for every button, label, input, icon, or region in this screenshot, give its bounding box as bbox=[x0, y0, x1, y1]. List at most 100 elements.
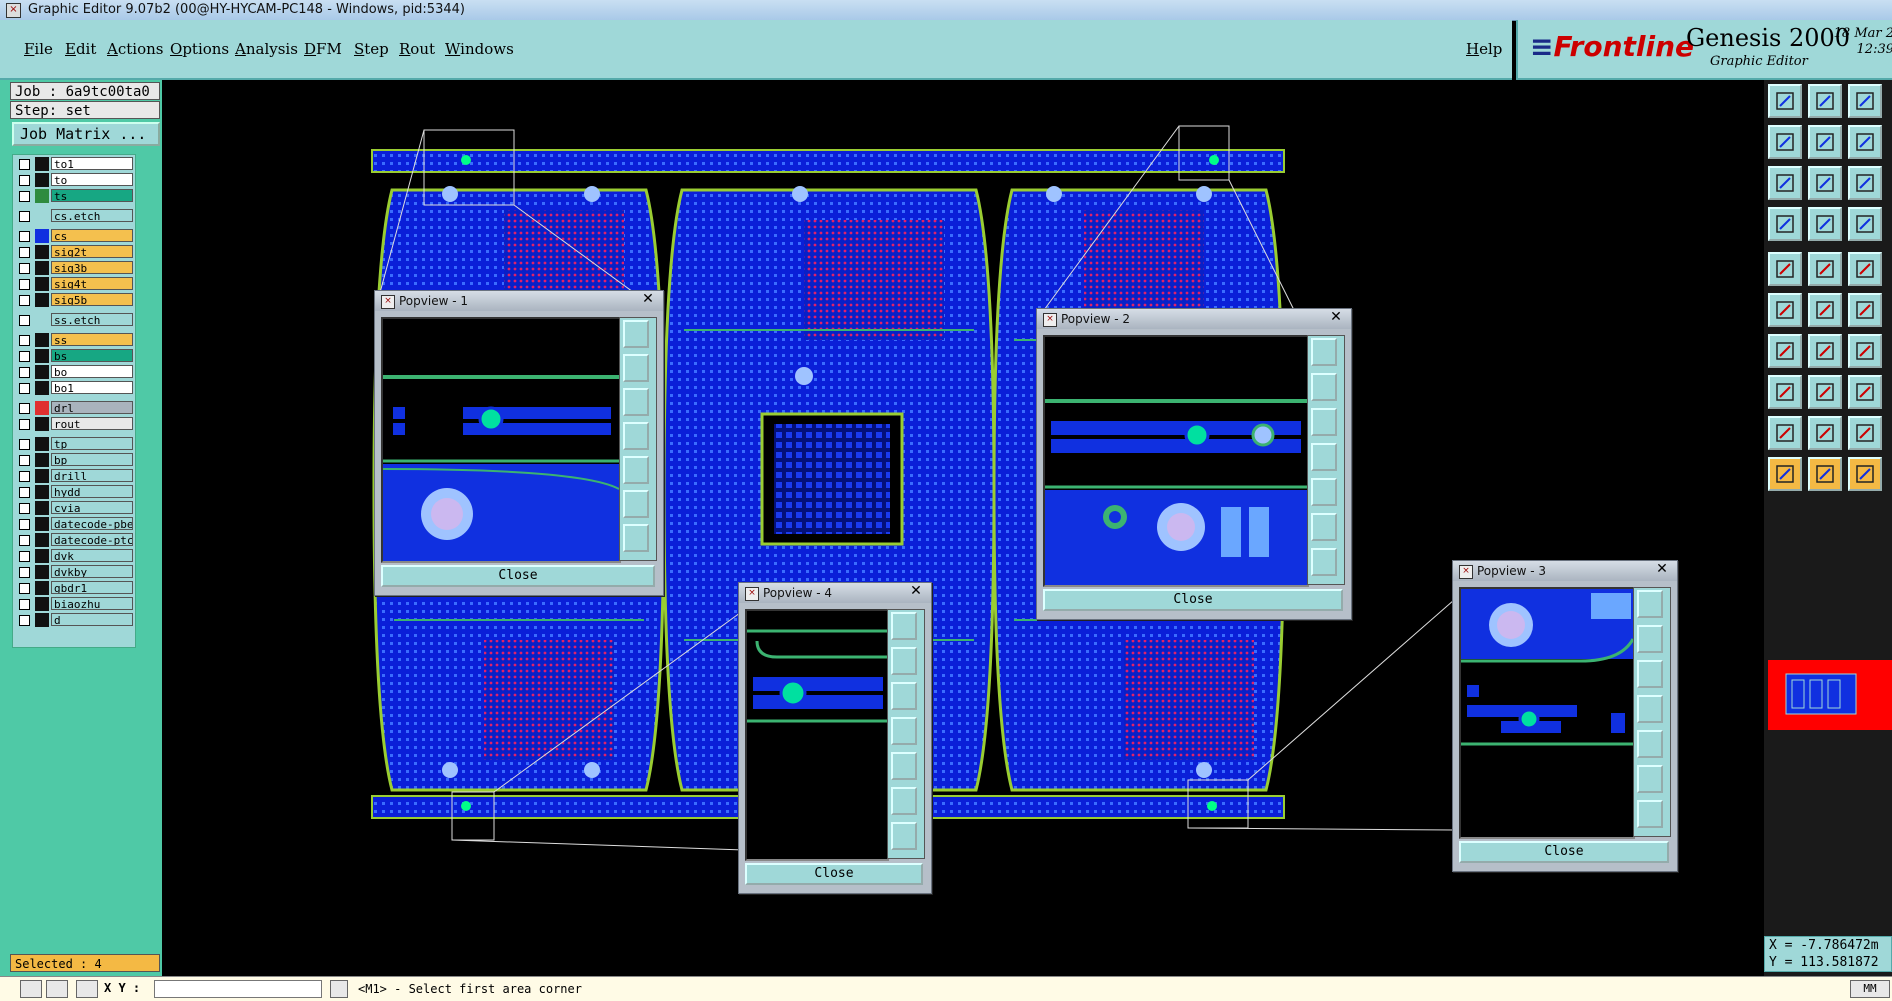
zoom-out-icon[interactable] bbox=[1311, 548, 1337, 576]
menu-file[interactable]: File bbox=[24, 40, 53, 58]
layer-checkbox[interactable] bbox=[19, 535, 30, 546]
layer-color-swatch[interactable] bbox=[35, 209, 49, 223]
layer-row[interactable]: d bbox=[15, 613, 133, 627]
layer-checkbox[interactable] bbox=[19, 231, 30, 242]
layer-color-swatch[interactable] bbox=[35, 349, 49, 363]
layer-color-swatch[interactable] bbox=[35, 533, 49, 547]
layer-checkbox[interactable] bbox=[19, 455, 30, 466]
popview-4-viewport[interactable] bbox=[745, 609, 889, 861]
layer-checkbox[interactable] bbox=[19, 367, 30, 378]
menu-windows[interactable]: Windows bbox=[445, 40, 514, 58]
zoom-home-icon[interactable] bbox=[623, 320, 649, 348]
layer-color-swatch[interactable] bbox=[35, 501, 49, 515]
pan-right-icon[interactable] bbox=[891, 752, 917, 780]
polygon-icon[interactable] bbox=[1768, 416, 1802, 450]
pan-up-icon[interactable] bbox=[1311, 373, 1337, 401]
layer-name[interactable]: bo1 bbox=[51, 381, 133, 394]
pan-right-icon[interactable] bbox=[1637, 730, 1663, 758]
layer-row[interactable]: cvia bbox=[15, 501, 133, 515]
layer-row[interactable]: biaozhu bbox=[15, 597, 133, 611]
layer-color-swatch[interactable] bbox=[35, 293, 49, 307]
zoom-out-icon[interactable] bbox=[1637, 800, 1663, 828]
layer-color-swatch[interactable] bbox=[35, 189, 49, 203]
layer-color-swatch[interactable] bbox=[35, 333, 49, 347]
layer-checkbox[interactable] bbox=[19, 551, 30, 562]
pan-down-icon[interactable] bbox=[891, 682, 917, 710]
layer-checkbox[interactable] bbox=[19, 471, 30, 482]
layer-color-swatch[interactable] bbox=[35, 453, 49, 467]
layer-name[interactable]: ts bbox=[51, 189, 133, 202]
layer-checkbox[interactable] bbox=[19, 247, 30, 258]
layer-color-swatch[interactable] bbox=[35, 549, 49, 563]
delete-icon[interactable] bbox=[1808, 293, 1842, 327]
popview-3[interactable]: × Popview - 3 ✕ Close bbox=[1452, 560, 1678, 872]
layer-checkbox[interactable] bbox=[19, 335, 30, 346]
layer-name[interactable]: datecode-ptc bbox=[51, 533, 133, 546]
zoom-in-icon[interactable] bbox=[891, 787, 917, 815]
layer-name[interactable]: drl bbox=[51, 401, 133, 414]
pointer3-icon[interactable] bbox=[1848, 457, 1882, 491]
layer-row[interactable]: dvk bbox=[15, 549, 133, 563]
popview-3-close-button[interactable]: Close bbox=[1459, 841, 1669, 863]
layer-color-swatch[interactable] bbox=[35, 485, 49, 499]
menu-dfm[interactable]: DFM bbox=[304, 40, 342, 58]
layer-name[interactable]: biaozhu bbox=[51, 597, 133, 610]
layer-checkbox[interactable] bbox=[19, 599, 30, 610]
zoom-out-icon[interactable] bbox=[623, 524, 649, 552]
info-icon[interactable] bbox=[330, 980, 348, 998]
pan-down-icon[interactable] bbox=[1637, 660, 1663, 688]
pointer2-icon[interactable] bbox=[1808, 457, 1842, 491]
link-icon[interactable] bbox=[1848, 293, 1882, 327]
pan-right-icon[interactable] bbox=[1311, 478, 1337, 506]
layer-name[interactable]: d bbox=[51, 613, 133, 626]
layer-checkbox[interactable] bbox=[19, 191, 30, 202]
popview-1-viewport[interactable] bbox=[381, 317, 621, 563]
layer-row[interactable]: gbdr1 bbox=[15, 581, 133, 595]
layer-row[interactable]: sig5b bbox=[15, 293, 133, 307]
layer-row[interactable]: cs.etch bbox=[15, 209, 133, 223]
close-icon[interactable]: ✕ bbox=[1327, 309, 1345, 325]
zoom-out-icon[interactable] bbox=[891, 822, 917, 850]
layer-checkbox[interactable] bbox=[19, 583, 30, 594]
polygon2-icon[interactable] bbox=[1808, 416, 1842, 450]
popview-2-viewport[interactable] bbox=[1043, 335, 1309, 587]
close-icon[interactable]: ✕ bbox=[639, 291, 657, 307]
ruler-icon[interactable] bbox=[1848, 252, 1882, 286]
layer-checkbox[interactable] bbox=[19, 487, 30, 498]
layer-name[interactable]: bo bbox=[51, 365, 133, 378]
menu-analysis[interactable]: Analysis bbox=[235, 40, 298, 58]
select-mode-icon[interactable] bbox=[20, 980, 42, 998]
layer-name[interactable]: gbdr1 bbox=[51, 581, 133, 594]
layer-name[interactable]: dvkby bbox=[51, 565, 133, 578]
layer-checkbox[interactable] bbox=[19, 519, 30, 530]
zoom-in-icon[interactable] bbox=[623, 490, 649, 518]
layer-row[interactable]: rout bbox=[15, 417, 133, 431]
layer-name[interactable]: sig3b bbox=[51, 261, 133, 274]
layer-color-swatch[interactable] bbox=[35, 517, 49, 531]
popview-2-close-button[interactable]: Close bbox=[1043, 589, 1343, 611]
layer-name[interactable]: datecode-pbe bbox=[51, 517, 133, 530]
layer-row[interactable]: hydd bbox=[15, 485, 133, 499]
dash-icon[interactable] bbox=[1808, 375, 1842, 409]
layer-name[interactable]: bs bbox=[51, 349, 133, 362]
layer-row[interactable]: datecode-ptc bbox=[15, 533, 133, 547]
layer-row[interactable]: to bbox=[15, 173, 133, 187]
layer-color-swatch[interactable] bbox=[35, 437, 49, 451]
layer-row[interactable]: drill bbox=[15, 469, 133, 483]
zoom-home-icon[interactable] bbox=[1311, 338, 1337, 366]
layer-color-swatch[interactable] bbox=[35, 277, 49, 291]
layer-color-swatch[interactable] bbox=[35, 229, 49, 243]
close-icon[interactable]: ✕ bbox=[907, 583, 925, 599]
popview-4[interactable]: × Popview - 4 ✕ Close bbox=[738, 582, 932, 894]
arc-icon[interactable] bbox=[1848, 334, 1882, 368]
layer-name[interactable]: bp bbox=[51, 453, 133, 466]
layer-row[interactable]: cs bbox=[15, 229, 133, 243]
layer-checkbox[interactable] bbox=[19, 567, 30, 578]
layer-color-swatch[interactable] bbox=[35, 581, 49, 595]
layer-color-swatch[interactable] bbox=[35, 245, 49, 259]
layer-checkbox[interactable] bbox=[19, 383, 30, 394]
home-icon[interactable] bbox=[1848, 84, 1882, 118]
layer-name[interactable]: to bbox=[51, 173, 133, 186]
pan-up-icon[interactable] bbox=[623, 354, 649, 382]
layer-row[interactable]: sig2t bbox=[15, 245, 133, 259]
